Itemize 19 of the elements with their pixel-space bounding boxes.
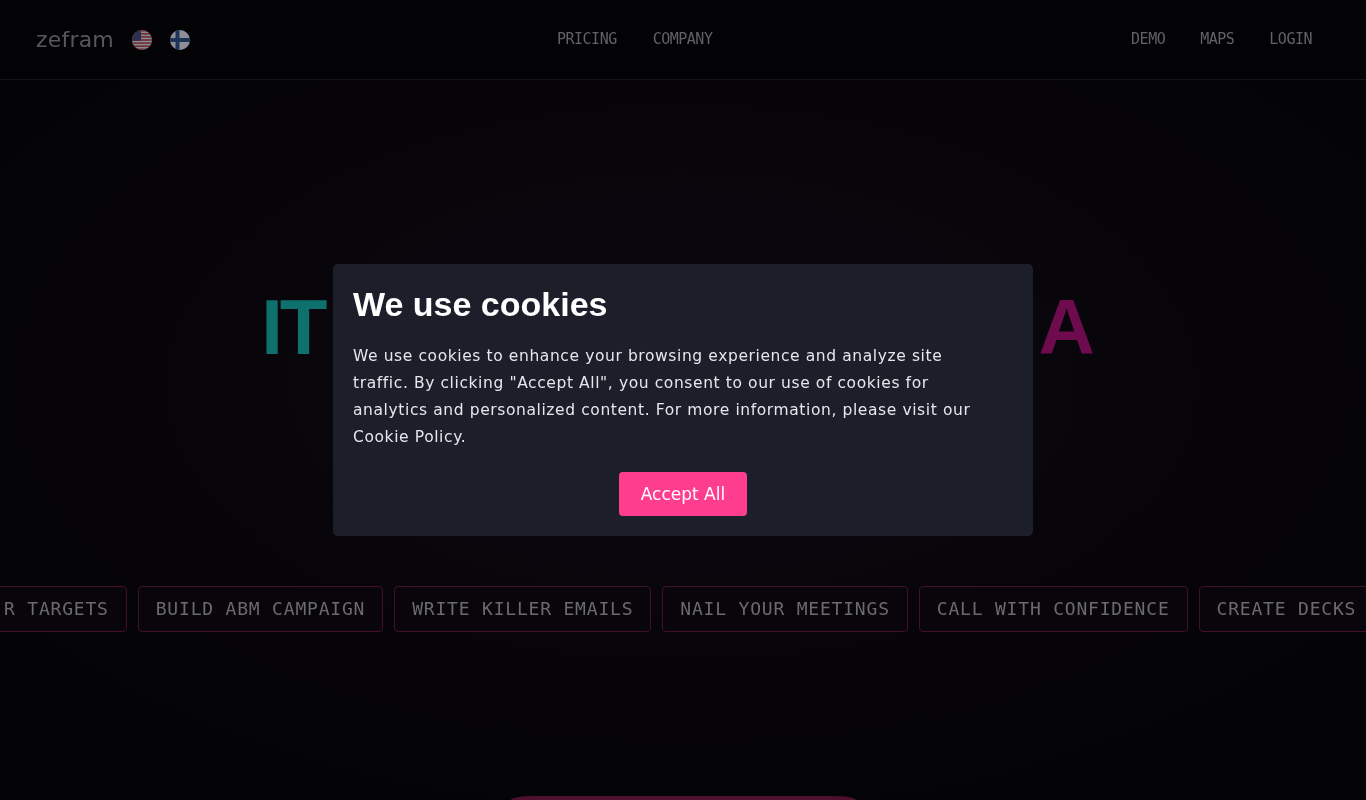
nav-link[interactable]: MAPS <box>1200 32 1235 47</box>
nav-link[interactable]: PRICING <box>557 32 617 47</box>
feature-tag: CREATE DECKS <box>1198 586 1366 632</box>
nav-link[interactable]: DEMO <box>1131 32 1166 47</box>
us-flag-icon[interactable] <box>132 29 152 50</box>
feature-tag: NAIL YOUR MEETINGS <box>662 586 908 632</box>
dialog-title: We use cookies <box>353 284 608 324</box>
accept-all-button[interactable]: Accept All <box>618 472 748 516</box>
hero-title-fragment: IT <box>261 288 326 366</box>
nav-link[interactable]: COMPANY <box>652 32 713 47</box>
feature-tag: BUILD ABM CAMPAIGN <box>137 586 384 632</box>
logo[interactable]: zefram <box>36 28 114 51</box>
feature-tag: CALL WITH CONFIDENCE <box>918 586 1188 632</box>
nav-link[interactable]: LOGIN <box>1269 32 1312 47</box>
finnish-flag-icon[interactable] <box>170 29 190 50</box>
feature-tag: R TARGETS <box>0 586 127 632</box>
hero-title-fragment: A <box>1038 288 1095 366</box>
dialog-text: We use cookies to enhance your browsing experience and analyze site traffic. By clicking "Accept All", you consent to our use of cookies for analytics and personalized content. For more information, please visit our Cookie Policy. <box>353 346 972 448</box>
feature-tag: WRITE KILLER EMAILS <box>394 586 652 632</box>
